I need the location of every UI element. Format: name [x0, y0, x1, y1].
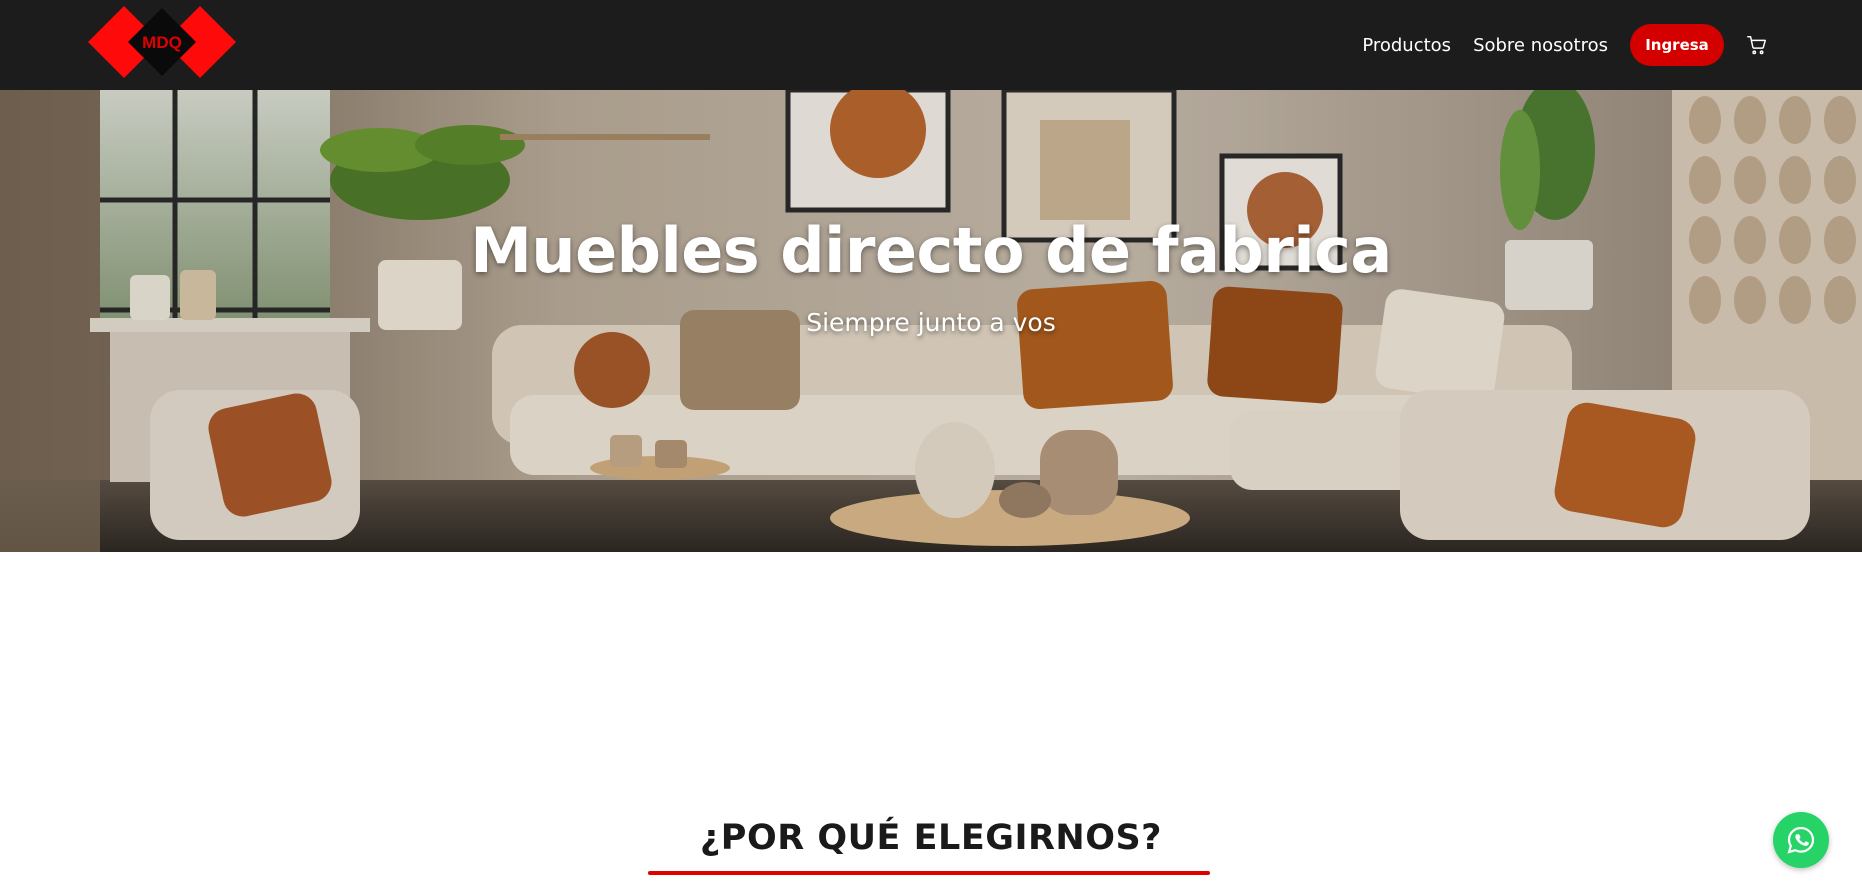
- logo-text: MDQ: [142, 33, 182, 52]
- login-button[interactable]: Ingresa: [1630, 24, 1724, 66]
- hero-banner: Muebles directo de fabrica Siempre junto…: [0, 90, 1862, 552]
- cart-icon[interactable]: [1746, 34, 1768, 56]
- hero-title: Muebles directo de fabrica: [470, 214, 1392, 287]
- section-underline: [648, 871, 1210, 875]
- logo-icon: MDQ: [88, 6, 236, 78]
- section-title: ¿POR QUÉ ELEGIRNOS?: [700, 818, 1162, 858]
- hero-subtitle: Siempre junto a vos: [806, 308, 1056, 337]
- main-nav: Productos Sobre nosotros Ingresa: [1362, 0, 1768, 90]
- whatsapp-button[interactable]: [1773, 812, 1829, 868]
- nav-link-productos[interactable]: Productos: [1362, 35, 1451, 56]
- whatsapp-icon: [1787, 826, 1815, 854]
- nav-link-sobre-nosotros[interactable]: Sobre nosotros: [1473, 35, 1608, 56]
- logo[interactable]: MDQ: [88, 6, 236, 78]
- site-header: MDQ Productos Sobre nosotros Ingresa: [0, 0, 1862, 90]
